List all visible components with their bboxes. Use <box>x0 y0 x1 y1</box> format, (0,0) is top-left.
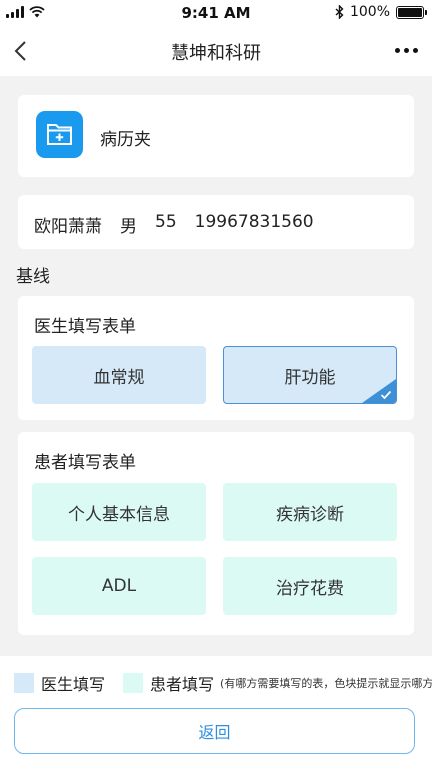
form-tile-adl[interactable]: ADL <box>32 557 206 615</box>
battery-percent: 100% <box>349 4 390 20</box>
patient-phone: 19967831560 <box>194 212 314 232</box>
doctor-forms-title: 医生填写表单 <box>34 317 136 337</box>
patient-age: 55 <box>155 212 177 232</box>
legend-swatch-doctor <box>14 673 34 693</box>
patient-forms-card: 患者填写表单 个人基本信息 疾病诊断 ADL 治疗花费 <box>18 432 414 635</box>
patient-name: 欧阳萧萧 <box>34 217 102 237</box>
status-right: 100% <box>335 4 427 20</box>
back-button[interactable]: 返回 <box>14 708 415 754</box>
nav-bar: 慧坤和科研 <box>0 26 432 76</box>
medical-folder-card[interactable]: 病历夹 <box>18 95 414 177</box>
patient-forms-title: 患者填写表单 <box>34 453 136 473</box>
doctor-forms-card: 医生填写表单 血常规 肝功能 <box>18 296 414 420</box>
status-bar: 9:41 AM 100% <box>0 0 432 26</box>
legend-patient-label: 患者填写 <box>150 675 215 694</box>
patient-info-card: 欧阳萧萧 男 55 19967831560 <box>18 195 414 249</box>
check-icon <box>380 390 392 400</box>
form-tile-label: 肝功能 <box>284 367 336 388</box>
form-tile-liver-function[interactable]: 肝功能 <box>223 346 397 404</box>
form-tile-blood-routine[interactable]: 血常规 <box>32 346 206 404</box>
patient-info: 欧阳萧萧 男 55 19967831560 <box>34 212 314 237</box>
form-tile-treatment-cost[interactable]: 治疗花费 <box>223 557 397 615</box>
legend-doctor-label: 医生填写 <box>41 675 106 694</box>
legend: 医生填写 患者填写 (有哪方需要填写的表，色块提示就显示哪方) <box>14 671 432 695</box>
legend-note: (有哪方需要填写的表，色块提示就显示哪方) <box>220 677 432 690</box>
medical-folder-icon <box>36 111 83 158</box>
more-dots-icon[interactable] <box>395 48 418 53</box>
form-tile-diagnosis[interactable]: 疾病诊断 <box>223 483 397 541</box>
footer: 医生填写 患者填写 (有哪方需要填写的表，色块提示就显示哪方) 返回 <box>0 656 432 768</box>
patient-gender: 男 <box>120 217 137 237</box>
legend-swatch-patient <box>123 673 144 693</box>
form-tile-personal-info[interactable]: 个人基本信息 <box>32 483 206 541</box>
battery-fill <box>398 7 422 17</box>
folder-label: 病历夹 <box>100 130 151 150</box>
baseline-section-title: 基线 <box>16 267 50 287</box>
page-title: 慧坤和科研 <box>171 43 261 64</box>
bluetooth-icon <box>335 5 344 19</box>
battery-icon <box>396 5 427 19</box>
